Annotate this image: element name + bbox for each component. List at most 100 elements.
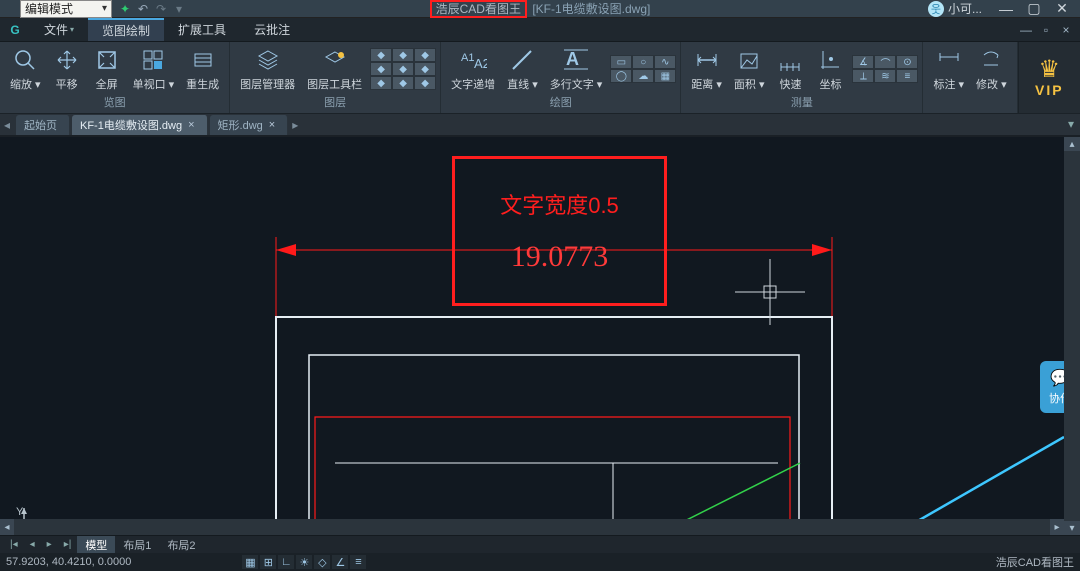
swatch[interactable]: ⌒ [874,55,896,69]
doc-window-controls: — ▫ × [1016,18,1080,41]
ribbon-single-viewport[interactable]: 单视口 ▾ [127,44,181,94]
qat-new-icon[interactable]: ✦ [116,0,134,18]
swatch[interactable]: ◆ [414,62,436,76]
vip-block[interactable]: ♛ VIP [1018,42,1080,113]
doc-restore-button[interactable]: ▫ [1036,23,1056,37]
scroll-up-button[interactable]: ▴ [1064,137,1080,151]
tab-layout1[interactable]: 布局1 [115,536,159,553]
layers-icon [254,46,282,74]
scroll-right-button[interactable]: ▸ [1050,519,1064,535]
close-icon[interactable]: × [269,119,275,131]
drawing-canvas[interactable]: 文字宽度0.5 19.0773 X Y 💬 协作 ▴ ▾ ◂ [0,136,1080,535]
swatch[interactable]: ○ [632,55,654,69]
qat-redo-icon[interactable]: ↷ [152,0,170,18]
tab-scroll-right[interactable]: ▸ [288,115,302,135]
swatch[interactable]: ◆ [414,48,436,62]
doc-close-button[interactable]: × [1056,23,1076,37]
crown-icon: ♛ [1035,58,1064,82]
ribbon-modify[interactable]: 修改 ▾ [970,44,1013,94]
tab-model[interactable]: 模型 [77,536,115,553]
menu-view-draw[interactable]: 览图绘制 [88,18,164,41]
swatch[interactable]: ▭ [610,55,632,69]
ribbon-fullscreen[interactable]: 全屏 [87,44,127,94]
minimize-button[interactable]: — [992,0,1020,18]
mode-select[interactable]: 编辑模式 ▾ [20,0,112,18]
swatch[interactable]: ∿ [654,55,676,69]
ribbon-zoom[interactable]: 缩放 ▾ [4,44,47,94]
menu-file[interactable]: 文件 ▾ [30,18,88,41]
doc-minimize-button[interactable]: — [1016,23,1036,37]
tab-file-1[interactable]: KF-1电缆敷设图.dwg × [72,115,208,135]
swatch[interactable]: ◆ [392,48,414,62]
menu-view-draw-label: 览图绘制 [102,22,150,39]
ribbon-quick-label: 快速 [779,76,801,92]
scroll-down-button[interactable]: ▾ [1064,521,1080,535]
horizontal-scrollbar[interactable]: ◂ ▸ [0,519,1064,535]
ribbon-coord[interactable]: 坐标 [810,44,850,94]
snap-toggle-icon[interactable]: ▦ [241,554,259,570]
menu-extend-tools[interactable]: 扩展工具 [164,18,240,41]
tab-scroll-left[interactable]: ◂ [0,115,14,135]
layout-nav-first[interactable]: |◂ [4,539,24,550]
layout-nav-next[interactable]: ▸ [41,539,58,550]
ribbon-layer-toolbar[interactable]: 图层工具栏 [301,44,368,94]
close-button[interactable]: ✕ [1048,0,1076,18]
maximize-button[interactable]: ▢ [1020,0,1048,18]
swatch[interactable]: ⊙ [896,55,918,69]
scroll-track[interactable] [14,519,1050,535]
vertical-scrollbar[interactable]: ▴ ▾ [1064,137,1080,535]
swatch[interactable]: ◆ [414,76,436,90]
tab-file-2-label: 矩形.dwg [218,117,263,133]
polar-toggle-icon[interactable]: ☀ [295,554,313,570]
layout-nav-prev[interactable]: ◂ [24,539,41,550]
ribbon-quick[interactable]: 快速 [770,44,810,94]
swatch[interactable]: ◆ [392,62,414,76]
swatch[interactable]: ≡ [896,69,918,83]
ribbon-area[interactable]: 面积 ▾ [728,44,771,94]
ribbon-distance-label: 距离 [691,79,713,91]
swatch[interactable]: ▦ [654,69,676,83]
swatch[interactable]: ◆ [370,48,392,62]
tab-start[interactable]: 起始页 [16,115,70,135]
tab-file-1-label: KF-1电缆敷设图.dwg [80,117,182,133]
swatch[interactable]: ◆ [392,76,414,90]
ribbon-layer-manager[interactable]: 图层管理器 [234,44,301,94]
ribbon-distance[interactable]: 距离 ▾ [685,44,728,94]
tab-file-2[interactable]: 矩形.dwg × [210,115,289,135]
swatch[interactable]: ◆ [370,62,392,76]
ortho-toggle-icon[interactable]: ∟ [277,554,295,570]
ribbon-mtext-label: 多行文字 [550,79,594,91]
ucs-y-label: Y [16,506,24,518]
ribbon-line[interactable]: 直线 ▾ [501,44,544,94]
swatch[interactable]: ☁ [632,69,654,83]
brand-label: 浩辰CAD看图王 [996,554,1074,570]
grid-toggle-icon[interactable]: ⊞ [259,554,277,570]
swatch[interactable]: ◆ [370,76,392,90]
lineweight-toggle-icon[interactable]: ≡ [349,554,367,570]
app-logo-icon[interactable]: G [0,18,30,41]
menu-cloud-annotate[interactable]: 云批注 [240,18,304,41]
qat-undo-icon[interactable]: ↶ [134,0,152,18]
ribbon-mtext[interactable]: A 多行文字 ▾ [544,44,609,94]
tab-layout2[interactable]: 布局2 [159,536,203,553]
ribbon-pan[interactable]: 平移 [47,44,87,94]
otrack-toggle-icon[interactable]: ∠ [331,554,349,570]
osnap-toggle-icon[interactable]: ◇ [313,554,331,570]
ribbon-annotate[interactable]: 标注 ▾ [927,44,970,94]
ribbon-text-matchprop[interactable]: A1A2 文字递增 [445,44,501,94]
tab-dropdown[interactable]: ▾ [1062,114,1080,134]
scroll-track[interactable] [1064,151,1080,521]
user-avatar-icon[interactable]: 웃 [928,1,944,17]
ribbon-group-layer: 图层管理器 图层工具栏 ◆ ◆ ◆ ◆ ◆ ◆ ◆ ◆ [230,42,441,113]
swatch[interactable]: ⟂ [852,69,874,83]
close-icon[interactable]: × [188,119,194,131]
layout-nav-last[interactable]: ▸| [58,539,78,550]
qat-dropdown-icon[interactable]: ▾ [170,0,188,18]
swatch[interactable]: ∡ [852,55,874,69]
ribbon-group-title-measure: 测量 [791,94,813,112]
draw-swatches: ▭ ○ ∿ ◯ ☁ ▦ [610,55,676,83]
ribbon-regen[interactable]: 重生成 [180,44,225,94]
swatch[interactable]: ◯ [610,69,632,83]
scroll-left-button[interactable]: ◂ [0,519,14,535]
swatch[interactable]: ≋ [874,69,896,83]
